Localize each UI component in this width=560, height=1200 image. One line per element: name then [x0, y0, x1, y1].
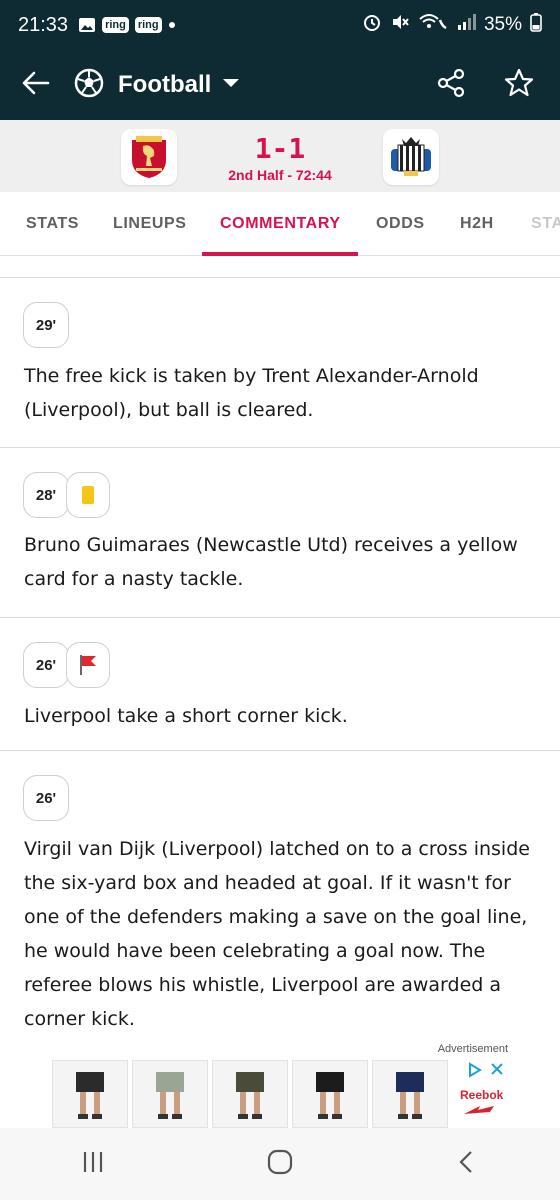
share-icon[interactable] [436, 68, 466, 103]
commentary-feed[interactable]: 29' The free kick is taken by Trent Alex… [0, 256, 560, 1040]
away-team-logo[interactable] [383, 129, 439, 185]
ad-close-icon[interactable] [491, 1063, 503, 1075]
minute-badge: 26' [23, 775, 69, 821]
ad-label: Advertisement [437, 1043, 508, 1055]
minute-badge: 26' [23, 642, 69, 688]
divider [0, 617, 560, 618]
back-arrow-icon[interactable] [20, 67, 52, 104]
divider [0, 750, 560, 751]
ad-choices-icon[interactable] [469, 1062, 482, 1078]
app-title[interactable]: Football [118, 71, 211, 99]
match-score: 1-1 [254, 132, 306, 165]
ad-product-image[interactable] [212, 1060, 288, 1128]
tab-standings[interactable]: STA [531, 192, 560, 255]
commentary-text: The free kick is taken by Trent Alexande… [24, 365, 479, 421]
tab-stats[interactable]: STATS [26, 192, 79, 255]
reebok-logo-icon [464, 1106, 494, 1114]
ring-badge: ring [134, 17, 162, 33]
corner-flag-icon [66, 642, 110, 688]
tab-lineups[interactable]: LINEUPS [113, 192, 187, 255]
match-header: 1-1 2nd Half - 72:44 [0, 120, 560, 192]
minute-badge: 29' [23, 302, 69, 348]
ad-brand-name: Reebok [460, 1088, 504, 1102]
star-icon[interactable] [504, 68, 534, 103]
back-icon[interactable] [453, 1148, 481, 1181]
app-bar: Football [0, 50, 560, 120]
commentary-text: Liverpool take a short corner kick. [24, 705, 348, 727]
battery-level: 35% [483, 14, 522, 35]
match-period: 2nd Half - 72:44 [228, 167, 332, 183]
home-icon[interactable] [266, 1148, 294, 1181]
newcastle-crest-icon [391, 137, 431, 176]
commentary-text: Bruno Guimaraes (Newcastle Utd) receives… [24, 534, 518, 590]
divider [0, 277, 560, 278]
ring-badge: ring [102, 17, 129, 33]
tab-bar: STATS LINEUPS COMMENTARY ODDS H2H STA [0, 192, 560, 256]
ad-banner[interactable] [52, 1060, 512, 1128]
football-icon [74, 68, 104, 103]
alarm-icon [362, 12, 382, 38]
status-time: 21:33 [18, 13, 69, 36]
signal-icon [456, 13, 476, 37]
ad-product-image[interactable] [292, 1060, 368, 1128]
commentary-text: Virgil van Dijk (Liverpool) latched on t… [24, 838, 530, 1030]
yellow-card-icon [66, 472, 110, 518]
system-nav-bar [0, 1128, 560, 1200]
tab-odds[interactable]: ODDS [376, 192, 425, 255]
dot-icon [168, 21, 176, 29]
recents-icon[interactable] [79, 1148, 107, 1181]
ad-product-image[interactable] [132, 1060, 208, 1128]
status-bar: 21:33 ring ring 35% [0, 0, 560, 50]
gallery-icon [78, 16, 96, 34]
tab-commentary[interactable]: COMMENTARY [220, 192, 341, 255]
divider [0, 447, 560, 448]
ad-product-image[interactable] [372, 1060, 448, 1128]
mute-icon [390, 12, 410, 38]
ad-product-image[interactable] [52, 1060, 128, 1128]
wifi-call-icon [418, 12, 448, 38]
tab-h2h[interactable]: H2H [460, 192, 494, 255]
battery-icon [530, 12, 542, 38]
ad-brand-panel[interactable]: Reebok [448, 1060, 512, 1128]
dropdown-caret-icon[interactable] [221, 76, 241, 95]
minute-badge: 28' [23, 472, 69, 518]
